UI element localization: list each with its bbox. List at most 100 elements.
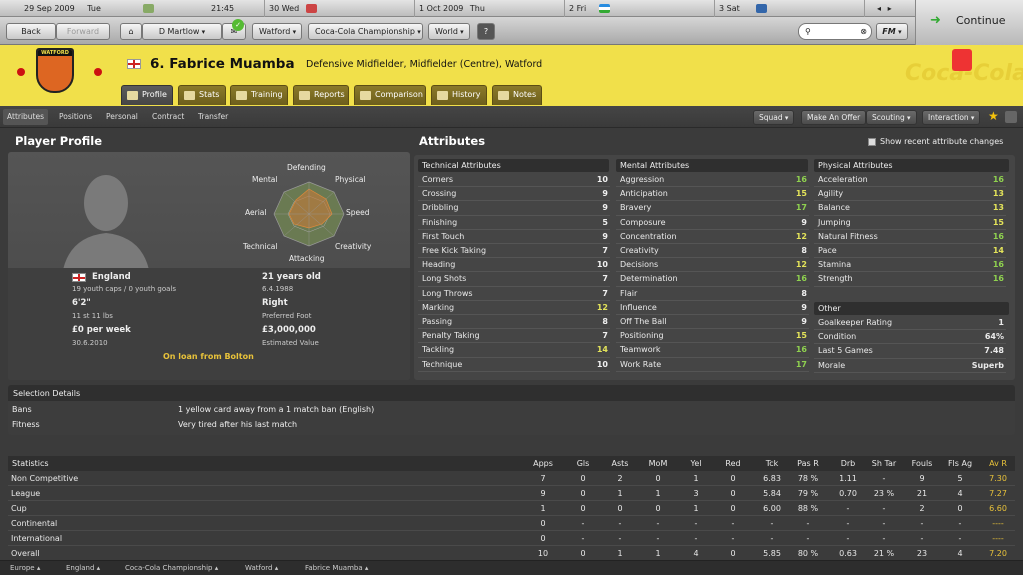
loan-status[interactable]: On loan from Bolton bbox=[163, 352, 254, 361]
column-header[interactable]: Pas R bbox=[788, 456, 828, 471]
column-header[interactable]: Asts bbox=[600, 456, 640, 471]
back-button[interactable]: Back bbox=[6, 23, 56, 40]
attribute-row: Free Kick Taking 7 bbox=[418, 244, 610, 259]
selection-header-bar bbox=[8, 385, 1015, 401]
column-header[interactable]: Av R bbox=[978, 456, 1018, 471]
attribute-row: Acceleration 16 bbox=[814, 173, 1006, 188]
calendar-next-icon[interactable]: ▸ bbox=[888, 4, 892, 13]
column-header[interactable]: Yel bbox=[676, 456, 716, 471]
search-icon: ⚲ bbox=[805, 27, 811, 36]
table-cell: 0 bbox=[730, 474, 736, 483]
calendar-day-4[interactable]: 2 Fri bbox=[565, 0, 715, 17]
calendar-day-1[interactable]: 29 Sep 2009 Tue 21:45 bbox=[0, 0, 265, 17]
table-cell: 7.20 bbox=[989, 549, 1007, 558]
table-cell: 1 bbox=[655, 549, 661, 558]
player-weight: 11 st 11 lbs bbox=[72, 312, 113, 320]
tab-training[interactable]: Training bbox=[230, 85, 288, 105]
calendar-weekday: Sat bbox=[726, 4, 740, 13]
fm-menu-button[interactable]: FM bbox=[876, 23, 908, 40]
table-cell: 0 bbox=[580, 489, 586, 498]
nationality[interactable]: England bbox=[92, 272, 131, 282]
column-header[interactable]: Drb bbox=[828, 456, 868, 471]
column-header[interactable]: MoM bbox=[638, 456, 678, 471]
breadcrumb-item[interactable]: Europe ▴ bbox=[10, 561, 40, 575]
table-cell: 0 bbox=[580, 549, 586, 558]
breadcrumb-item[interactable]: Fabrice Muamba ▴ bbox=[305, 561, 368, 575]
calendar-day-3[interactable]: 1 Oct 2009 Thu bbox=[415, 0, 565, 17]
search-input[interactable]: ⚲ ⊗ bbox=[798, 23, 872, 40]
attribute-name: Morale bbox=[818, 360, 846, 370]
star-icon[interactable]: ★ bbox=[988, 109, 999, 123]
calendar-weekday: Thu bbox=[469, 4, 485, 13]
table-cell: 0 bbox=[580, 474, 586, 483]
calendar-day-5[interactable]: 3 Sat bbox=[715, 0, 865, 17]
subtab-attributes[interactable]: Attributes bbox=[3, 109, 49, 125]
table-row[interactable]: Non Competitive 7 0 2 0 1 0 6.83 78 % 1.11 - 9 5 7.30 bbox=[8, 471, 1015, 486]
tab-profile[interactable]: Profile bbox=[121, 85, 173, 105]
attribute-name: Off The Ball bbox=[620, 317, 667, 326]
column-header[interactable]: Tck bbox=[752, 456, 792, 471]
watford-crest-icon[interactable]: WATFORD bbox=[36, 48, 74, 93]
statistics-header: Statistics Apps Gls Asts MoM Yel Red Tck Pas RD… bbox=[8, 456, 1015, 471]
subtab-positions[interactable]: Positions bbox=[59, 106, 92, 128]
calendar-prev-icon[interactable]: ◂ bbox=[877, 4, 881, 13]
tab-comparison[interactable]: Comparison bbox=[354, 85, 426, 105]
club-dropdown[interactable]: Watford bbox=[252, 23, 302, 40]
subtab-contract[interactable]: Contract bbox=[152, 106, 184, 128]
chevron-up-icon: ▴ bbox=[364, 564, 369, 572]
interaction-dropdown[interactable]: Interaction bbox=[922, 110, 981, 125]
attribute-value: 16 bbox=[795, 345, 807, 355]
table-cell: 0 bbox=[730, 489, 736, 498]
home-button[interactable]: ⌂ bbox=[120, 23, 142, 40]
breadcrumb-item[interactable]: England ▴ bbox=[66, 561, 100, 575]
tab-history[interactable]: History bbox=[431, 85, 487, 105]
row-label: Continental bbox=[11, 519, 58, 528]
attribute-name: Acceleration bbox=[818, 175, 868, 184]
table-cell: - bbox=[846, 504, 850, 513]
breadcrumb-item[interactable]: Coca-Cola Championship ▴ bbox=[125, 561, 218, 575]
attribute-value: 12 bbox=[795, 260, 807, 270]
attribute-value: 16 bbox=[795, 175, 807, 184]
table-row[interactable]: Continental 0- - - - - - - - - - - ---- bbox=[8, 516, 1015, 531]
recent-changes-checkbox[interactable] bbox=[868, 138, 876, 146]
manager-dropdown[interactable]: D Martlow bbox=[142, 23, 222, 40]
continue-button[interactable]: ➜ Continue bbox=[915, 0, 1023, 45]
player-options-icon[interactable] bbox=[1005, 111, 1017, 123]
continue-arrow-icon: ➜ bbox=[930, 13, 941, 28]
column-header[interactable]: Fls Ag bbox=[940, 456, 980, 471]
attribute-name: Marking bbox=[422, 302, 455, 312]
subtab-personal[interactable]: Personal bbox=[106, 106, 138, 128]
forward-button[interactable]: Forward bbox=[56, 23, 110, 40]
column-header[interactable]: Fouls bbox=[902, 456, 942, 471]
subtab-transfer[interactable]: Transfer bbox=[198, 106, 228, 128]
attribute-row: Dribbling 9 bbox=[418, 201, 610, 216]
attribute-row: Jumping 15 bbox=[814, 216, 1006, 230]
table-row[interactable]: Cup 1 0 0 0 1 0 6.00 88 % - - 2 0 6.60 bbox=[8, 501, 1015, 516]
calendar-weekday: Fri bbox=[576, 4, 587, 13]
attribute-name: Creativity bbox=[620, 246, 659, 255]
column-header[interactable]: Gls bbox=[563, 456, 603, 471]
tab-stats[interactable]: Stats bbox=[178, 85, 226, 105]
scouting-dropdown[interactable]: Scouting bbox=[866, 110, 917, 125]
column-header[interactable]: Red bbox=[713, 456, 753, 471]
radar-label-creativity: Creativity bbox=[335, 242, 372, 251]
table-row[interactable]: Overall 10 0 1 1 4 0 5.85 80 % 0.63 21 % 23 4 7.20 bbox=[8, 546, 1015, 561]
help-button[interactable]: ? bbox=[477, 23, 495, 40]
calendar-day-2[interactable]: 30 Wed bbox=[265, 0, 415, 17]
column-header[interactable]: Sh Tar bbox=[864, 456, 904, 471]
table-row[interactable]: League 9 0 1 1 3 0 5.84 79 % 0.70 23 % 21 4 7.27 bbox=[8, 486, 1015, 501]
clear-search-icon[interactable]: ⊗ bbox=[860, 24, 867, 39]
table-row[interactable]: International 0- - - - - - - - - - - ---- bbox=[8, 531, 1015, 546]
tab-notes[interactable]: Notes bbox=[492, 85, 542, 105]
table-cell: 5.84 bbox=[763, 489, 781, 498]
breadcrumb-item[interactable]: Watford ▴ bbox=[245, 561, 278, 575]
competition-dropdown[interactable]: Coca-Cola Championship bbox=[308, 23, 423, 40]
attribute-row: Strength 16 bbox=[814, 272, 1006, 287]
make-offer-button[interactable]: Make An Offer bbox=[801, 110, 867, 125]
world-dropdown[interactable]: World bbox=[428, 23, 470, 40]
estimated-value-label: Estimated Value bbox=[262, 339, 319, 347]
calendar-scroll[interactable]: ◂ ▸ bbox=[865, 0, 915, 17]
column-header[interactable]: Apps bbox=[523, 456, 563, 471]
squad-dropdown[interactable]: Squad bbox=[753, 110, 795, 125]
tab-reports[interactable]: Reports bbox=[293, 85, 349, 105]
